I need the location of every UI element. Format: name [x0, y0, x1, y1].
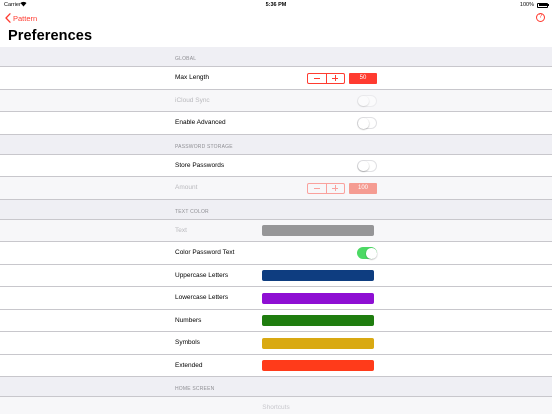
- back-button[interactable]: Pattern: [5, 11, 37, 25]
- text-color-label: Text: [175, 226, 187, 234]
- store-passwords-label: Store Passwords: [175, 161, 225, 169]
- uppercase-letters-label: Uppercase Letters: [175, 271, 229, 279]
- section-header-text-color: TEXT COLOR: [0, 199, 552, 220]
- lowercase-color-swatch[interactable]: [262, 292, 374, 304]
- minus-icon: [313, 77, 320, 79]
- color-password-text-row: Color Password Text: [0, 242, 552, 265]
- max-length-row: Max Length 50: [0, 67, 552, 90]
- help-icon[interactable]: ?: [536, 13, 545, 22]
- battery-tip: [548, 4, 550, 6]
- store-passwords-switch[interactable]: [357, 159, 377, 172]
- lowercase-letters-label: Lowercase Letters: [175, 294, 229, 301]
- color-password-text-switch[interactable]: [357, 247, 377, 259]
- battery-percentage: 100%: [519, 2, 534, 8]
- extended-color-swatch[interactable]: [262, 360, 374, 371]
- status-bar: Carrier 5:36 PM 100%: [0, 0, 552, 10]
- icloud-sync-row: iCloud Sync: [0, 89, 552, 112]
- store-passwords-row: Store Passwords: [0, 154, 552, 177]
- back-button-label: Pattern: [13, 13, 38, 23]
- uppercase-color-swatch[interactable]: [262, 270, 374, 281]
- symbols-row: Symbols: [0, 332, 552, 355]
- extended-row: Extended: [0, 354, 552, 377]
- navigation-bar: Pattern ? Preferences: [0, 10, 552, 47]
- amount-row: Amount 100: [0, 177, 552, 200]
- uppercase-letters-row: Uppercase Letters: [0, 264, 552, 287]
- chevron-left-icon: [5, 13, 11, 23]
- section-header-password-storage: PASSWORD STORAGE: [0, 134, 552, 155]
- lowercase-letters-row: Lowercase Letters: [0, 287, 552, 310]
- text-color-row: Text: [0, 219, 552, 242]
- numbers-label: Numbers: [175, 316, 202, 324]
- text-color-swatch: [262, 225, 374, 236]
- max-length-stepper[interactable]: [307, 72, 345, 84]
- amount-label: Amount: [175, 184, 198, 191]
- numbers-color-swatch[interactable]: [262, 315, 374, 326]
- increment-button: [325, 183, 345, 193]
- shortcuts-row: Shortcuts: [0, 397, 552, 414]
- shortcuts-label: Shortcuts: [262, 404, 290, 411]
- increment-button[interactable]: [325, 73, 345, 83]
- symbols-label: Symbols: [175, 339, 200, 346]
- amount-value: 100: [349, 182, 377, 194]
- page-title: Preferences: [8, 28, 93, 44]
- clock: 5:36 PM: [265, 2, 287, 8]
- enable-advanced-row: Enable Advanced: [0, 112, 552, 135]
- numbers-row: Numbers: [0, 309, 552, 332]
- preferences-table: GLOBAL Max Length 50 iCloud Sync Enable …: [0, 47, 552, 414]
- symbols-color-swatch[interactable]: [262, 337, 374, 349]
- enable-advanced-label: Enable Advanced: [175, 119, 226, 126]
- section-header-global: GLOBAL: [0, 47, 552, 67]
- battery-icon: [537, 2, 548, 8]
- amount-stepper: [307, 182, 345, 194]
- max-length-label: Max Length: [175, 74, 209, 81]
- decrement-button: [308, 184, 326, 193]
- decrement-button[interactable]: [308, 74, 326, 83]
- enable-advanced-switch[interactable]: [357, 117, 377, 129]
- minus-icon: [313, 187, 320, 189]
- icloud-sync-label: iCloud Sync: [175, 96, 210, 104]
- extended-label: Extended: [175, 361, 203, 369]
- color-password-text-label: Color Password Text: [175, 249, 235, 256]
- max-length-value[interactable]: 50: [349, 72, 377, 84]
- icloud-sync-switch: [357, 94, 377, 107]
- section-header-home-screen: HOME SCREEN: [0, 377, 552, 397]
